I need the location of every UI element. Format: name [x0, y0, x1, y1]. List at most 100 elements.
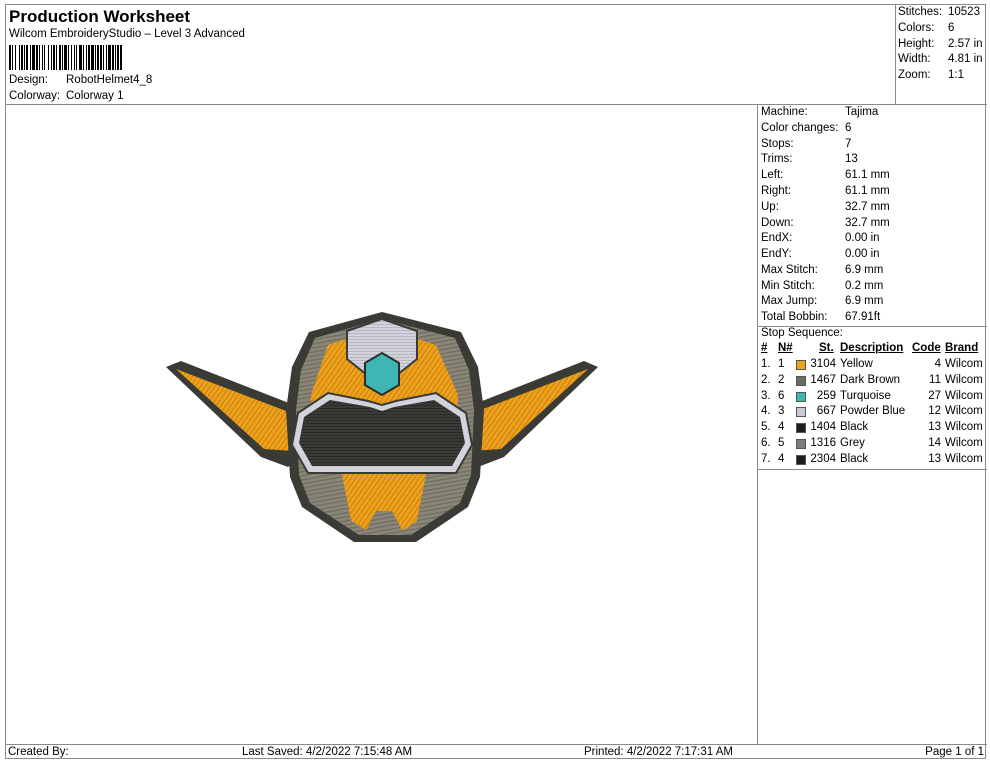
worksheet-header: Production Worksheet Wilcom EmbroiderySt…: [6, 5, 896, 105]
row-needle: 2: [778, 373, 785, 386]
row-index: 6.: [761, 437, 771, 449]
row-index: 3.: [761, 389, 771, 402]
stat-colors: Colors: 6: [898, 22, 954, 34]
stop-sequence-header: # N# St. Description Code Brand: [761, 342, 987, 356]
stop-sequence-row: 4. 3 667 Powder Blue 12 Wilcom: [761, 405, 987, 420]
info-value: 0.2 mm: [845, 280, 884, 292]
stop-sequence-row: 6. 5 1316 Grey 14 Wilcom: [761, 437, 987, 452]
worksheet-frame: Production Worksheet Wilcom EmbroiderySt…: [5, 4, 987, 760]
info-max-jump: Max Jump: 6.9 mm: [761, 295, 883, 307]
row-stitches: 1316: [810, 437, 836, 449]
row-code: 14: [928, 437, 941, 449]
info-label: Down:: [761, 217, 794, 229]
stat-value: 6: [948, 22, 955, 34]
info-label: Right:: [761, 185, 792, 197]
colorway-row: Colorway: Colorway 1: [9, 90, 124, 102]
design-row: Design: RobotHelmet4_8: [9, 74, 152, 86]
stat-label: Zoom:: [898, 69, 931, 81]
row-needle: 4: [778, 421, 785, 434]
row-description: Black: [840, 421, 869, 434]
info-value: 32.7 mm: [845, 217, 890, 229]
design-value: RobotHelmet4_8: [66, 74, 153, 86]
page-number: Page 1 of 1: [925, 746, 984, 758]
info-value: 6.9 mm: [845, 295, 884, 307]
row-brand: Wilcom: [945, 405, 983, 418]
info-max-stitch: Max Stitch: 6.9 mm: [761, 264, 883, 276]
col-brand: Brand: [945, 342, 979, 354]
info-left: Left: 61.1 mm: [761, 169, 890, 181]
info-value: 6.9 mm: [845, 264, 884, 276]
row-index: 2.: [761, 373, 771, 386]
info-value: 6: [845, 122, 852, 134]
stat-label: Width:: [898, 53, 931, 65]
col-n: N#: [778, 342, 793, 354]
right-wing-fill: [472, 369, 588, 451]
info-value: 0.00 in: [845, 248, 880, 260]
info-label: Max Stitch:: [761, 264, 818, 276]
info-label: EndY:: [761, 248, 792, 260]
stop-sequence-row: 5. 4 1404 Black 13 Wilcom: [761, 421, 987, 436]
row-brand: Wilcom: [945, 358, 983, 370]
stats-box: Stitches: 10523 Colors: 6 Height: 2.57 in W…: [896, 5, 987, 105]
col-idx: #: [761, 342, 768, 354]
row-description: Turquoise: [840, 389, 891, 402]
info-label: Machine:: [761, 106, 808, 118]
info-label: Up:: [761, 201, 779, 213]
stat-value: 1:1: [948, 69, 964, 81]
row-stitches: 259: [816, 389, 836, 402]
info-right: Right: 61.1 mm: [761, 185, 890, 197]
info-trims: Trims: 13: [761, 153, 858, 165]
page-title: Production Worksheet: [9, 7, 191, 26]
info-label: Stops:: [761, 138, 794, 150]
row-index: 4.: [761, 405, 771, 418]
row-index: 1.: [761, 358, 771, 370]
row-code: 13: [928, 452, 941, 465]
info-label: Max Jump:: [761, 295, 818, 307]
row-brand: Wilcom: [945, 373, 983, 386]
row-description: Dark Brown: [840, 373, 901, 386]
info-down: Down: 32.7 mm: [761, 217, 890, 229]
info-value: 61.1 mm: [845, 169, 890, 181]
worksheet-footer: Created By: Last Saved: 4/2/2022 7:15:48…: [6, 744, 987, 760]
stop-sequence-row: 7. 4 2304 Black 13 Wilcom: [761, 453, 987, 468]
stat-zoom: Zoom: 1:1: [898, 69, 964, 81]
stop-sequence-title: Stop Sequence:: [761, 327, 843, 339]
stat-stitches: Stitches: 10523: [898, 6, 980, 18]
row-code: 27: [928, 389, 941, 402]
info-endy: EndY: 0.00 in: [761, 248, 880, 260]
info-label: Color changes:: [761, 122, 839, 134]
row-stitches: 667: [816, 405, 836, 418]
machine-panel: Machine: Tajima Color changes: 6 Stops: 7 T…: [758, 105, 987, 744]
row-stitches: 1404: [810, 421, 836, 434]
row-needle: 3: [778, 405, 785, 418]
info-machine: Machine: Tajima: [761, 106, 878, 118]
info-label: Total Bobbin:: [761, 311, 828, 323]
row-code: 12: [928, 405, 941, 418]
colorway-label: Colorway:: [9, 90, 61, 102]
info-label: Trims:: [761, 153, 793, 165]
stat-height: Height: 2.57 in: [898, 38, 983, 50]
info-endx: EndX: 0.00 in: [761, 232, 880, 244]
panel-divider: [758, 469, 987, 470]
stat-label: Height:: [898, 38, 935, 50]
info-value: Tajima: [845, 106, 879, 118]
info-label: Left:: [761, 169, 784, 181]
robot-helmet-embroidery: [166, 312, 598, 542]
row-brand: Wilcom: [945, 389, 983, 402]
row-brand: Wilcom: [945, 452, 983, 465]
info-label: Min Stitch:: [761, 280, 815, 292]
row-needle: 6: [778, 389, 785, 402]
col-code: Code: [912, 342, 941, 354]
stat-width: Width: 4.81 in: [898, 53, 983, 65]
stop-sequence-row: 1. 1 3104 Yellow 4 Wilcom: [761, 358, 987, 373]
design-preview: [6, 105, 758, 744]
info-min-stitch: Min Stitch: 0.2 mm: [761, 280, 883, 292]
stat-value: 2.57 in: [948, 38, 983, 50]
stat-value: 10523: [948, 6, 980, 18]
info-label: EndX:: [761, 232, 793, 244]
info-value: 13: [845, 153, 858, 165]
design-label: Design:: [9, 74, 48, 86]
stat-value: 4.81 in: [948, 53, 983, 65]
info-value: 32.7 mm: [845, 201, 890, 213]
row-brand: Wilcom: [945, 421, 983, 434]
